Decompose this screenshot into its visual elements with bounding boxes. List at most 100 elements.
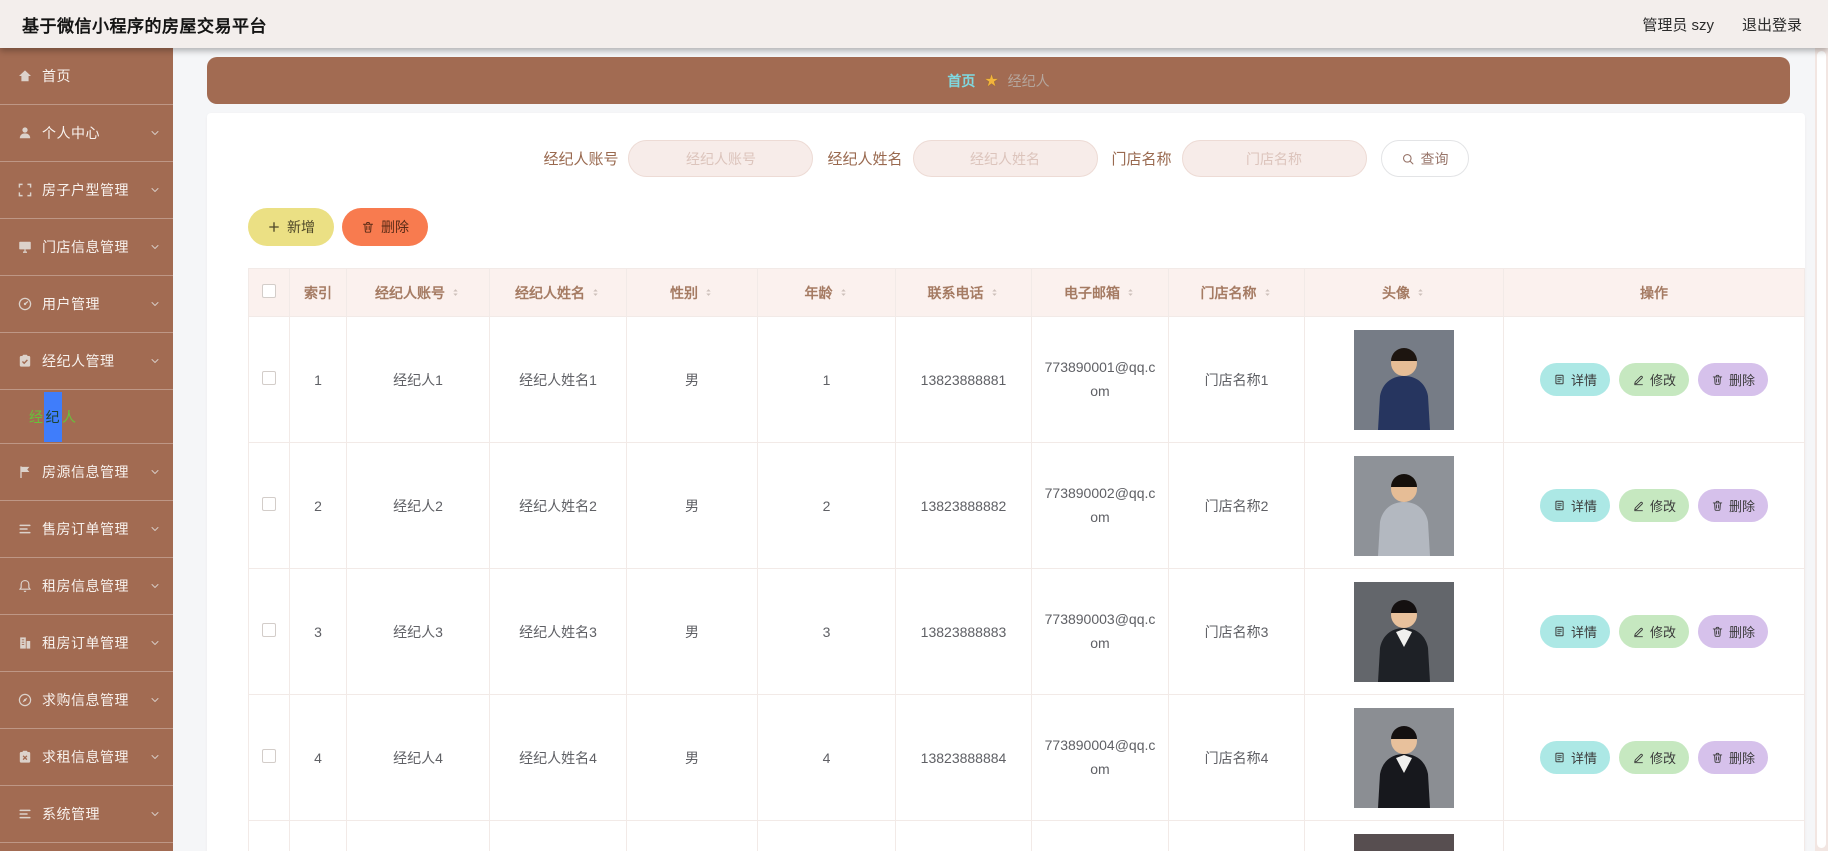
query-button[interactable]: 查询 [1380,140,1469,177]
sidebar-item-system[interactable]: 系统管理 [0,786,173,843]
cell-actions: 详情修改删除 [1503,694,1805,821]
cell-phone: 13823888884 [895,694,1032,821]
sidebar-item-listing-info[interactable]: 房源信息管理 [0,444,173,501]
sidebar-item-rent-orders[interactable]: 租房订单管理 [0,615,173,672]
chevron-down-icon [149,298,161,310]
chevron-down-icon [149,127,161,139]
trash-icon [1711,373,1724,386]
sidebar-item-buy-request[interactable]: 求购信息管理 [0,672,173,729]
cell-email: 773890004@qq.com [1031,694,1169,821]
sort-icon[interactable] [1415,287,1426,298]
delete-button[interactable]: 删除 [1698,615,1769,648]
sort-icon[interactable] [1262,287,1273,298]
clipboard-check-icon [17,353,33,369]
delete-button[interactable]: 删除 [342,208,428,246]
top-header: 基于微信小程序的房屋交易平台 管理员 szy 退出登录 [0,0,1828,48]
edit-button[interactable]: 修改 [1618,363,1689,396]
sort-icon[interactable] [989,287,1000,298]
column-header: 经纪人账号 [375,284,445,301]
select-all-checkbox[interactable] [262,284,276,298]
cell-account: 经纪人4 [346,694,490,821]
cell-index: 5 [289,820,347,851]
edit-icon [1632,499,1645,512]
sidebar-item-store-info[interactable]: 门店信息管理 [0,219,173,276]
sort-icon[interactable] [590,287,601,298]
delete-button[interactable]: 删除 [1698,741,1769,774]
search-bar: 经纪人账号 经纪人姓名 门店名称 查询 [207,140,1805,177]
cell-actions: 详情修改删除 [1503,442,1805,569]
sort-icon[interactable] [838,287,849,298]
sort-icon[interactable] [450,287,461,298]
sort-icon[interactable] [1125,287,1136,298]
list-icon [17,521,33,537]
sidebar: 首页 个人中心房子户型管理 门店信息管理 用户管理经纪人管理经纪人房源信息管理 售房订单… [0,48,173,851]
toolbar: 新增 删除 [248,208,1805,246]
sidebar-item-label: 门店信息管理 [42,239,129,255]
delete-button[interactable]: 删除 [1698,363,1769,396]
sidebar-item-label: 求租信息管理 [42,749,129,765]
detail-button[interactable]: 详情 [1539,741,1610,774]
chevron-down-icon [149,466,161,478]
sidebar-item-profile[interactable]: 个人中心 [0,105,173,162]
cell-actions: 详情修改删除 [1503,820,1805,851]
cell-avatar [1304,820,1504,851]
cell-name: 经纪人姓名5 [489,820,627,851]
add-button[interactable]: 新增 [248,208,334,246]
table-row: 2 经纪人2 经纪人姓名2 男 2 13823888882 773890002@qq.com… [248,442,1805,569]
delete-button[interactable]: 删除 [1698,489,1769,522]
edit-button[interactable]: 修改 [1618,489,1689,522]
sidebar-item-sale-orders[interactable]: 售房订单管理 [0,501,173,558]
document-icon [1553,499,1566,512]
sidebar-item-label: 租房订单管理 [42,635,129,651]
sidebar-item-house-type[interactable]: 房子户型管理 [0,162,173,219]
breadcrumb: 首页 ★ 经纪人 [207,57,1790,104]
sidebar-item-rent-info[interactable]: 租房信息管理 [0,558,173,615]
cell-index: 1 [289,316,347,443]
cell-name: 经纪人姓名3 [489,568,627,695]
chevron-down-icon [149,241,161,253]
sidebar-item-user-mgmt[interactable]: 用户管理 [0,276,173,333]
row-checkbox[interactable] [262,749,276,763]
chevron-down-icon [149,694,161,706]
column-header: 性别 [670,284,698,301]
sidebar-item-label: 经纪人管理 [42,353,115,369]
content-card: 经纪人账号经纪人姓名门店名称 查询 新增 删除 [207,113,1805,851]
sidebar-item-label: 用户管理 [42,296,100,312]
row-checkbox[interactable] [262,497,276,511]
sidebar-item-rent-request[interactable]: 求租信息管理 [0,729,173,786]
sidebar-item-home[interactable]: 首页 [0,48,173,105]
cell-phone: 13823888882 [895,442,1032,569]
detail-button[interactable]: 详情 [1539,363,1610,396]
logout-link[interactable]: 退出登录 [1742,14,1802,35]
search-field: 门店名称 [1112,140,1367,177]
document-icon [1553,751,1566,764]
detail-button[interactable]: 详情 [1539,615,1610,648]
sidebar-item-label: 房子户型管理 [42,182,129,198]
breadcrumb-home-link[interactable]: 首页 [947,71,975,91]
search-field: 经纪人姓名 [827,140,1098,177]
home-icon [17,68,33,84]
search-input[interactable] [912,140,1098,177]
sidebar-subitem-agent[interactable]: 经纪人 [0,390,173,444]
add-button-label: 新增 [287,219,315,235]
sidebar-item-label: 系统管理 [42,806,100,822]
detail-button[interactable]: 详情 [1539,489,1610,522]
avatar [1305,455,1503,556]
row-checkbox[interactable] [262,371,276,385]
edit-button[interactable]: 修改 [1618,741,1689,774]
sidebar-item-label: 租房信息管理 [42,578,129,594]
delete-button-label: 删除 [381,219,409,235]
scrollbar-thumb[interactable] [1817,51,1826,848]
sidebar-item-label: 求购信息管理 [42,692,129,708]
search-input[interactable] [1181,140,1367,177]
scrollbar[interactable] [1815,48,1828,851]
sidebar-item-agent-mgmt[interactable]: 经纪人管理 [0,333,173,390]
search-input[interactable] [628,140,814,177]
cell-account: 经纪人1 [346,316,490,443]
edit-button[interactable]: 修改 [1618,615,1689,648]
app-shell: 首页 个人中心 房子户型管理 门店信息管理 用户管理 经纪人管理经纪人房源信息管理 售房订单… [0,48,1828,851]
row-checkbox[interactable] [262,623,276,637]
cell-phone: 13823888883 [895,568,1032,695]
app-title: 基于微信小程序的房屋交易平台 [22,16,267,36]
sort-icon[interactable] [703,287,714,298]
